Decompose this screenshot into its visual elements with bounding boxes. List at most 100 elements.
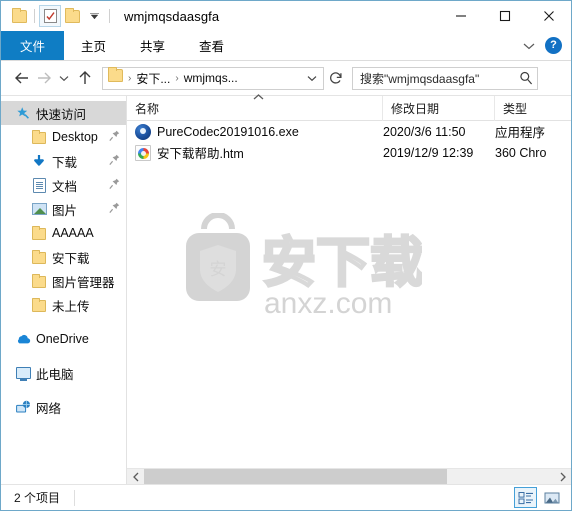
table-row[interactable]: PureCodec20191016.exe 2020/3/6 11:50 应用程… (127, 121, 571, 142)
close-button[interactable] (527, 1, 571, 31)
breadcrumb-dropdown-icon[interactable] (303, 75, 321, 82)
scroll-left-button[interactable] (127, 469, 144, 484)
sidebar-item-label: 下载 (52, 155, 78, 170)
column-header-date-modified[interactable]: 修改日期 (383, 95, 495, 121)
folder-icon (31, 249, 47, 265)
html-document-icon (135, 144, 151, 161)
breadcrumb-separator[interactable]: › (126, 73, 133, 84)
sidebar-item-label: 网络 (36, 401, 62, 416)
sidebar-item-label: 图片 (52, 203, 78, 218)
scrollbar-thumb[interactable] (144, 469, 448, 484)
sidebar-item-pictures[interactable]: 图片 (1, 197, 126, 221)
sidebar-item-desktop[interactable]: Desktop (1, 125, 126, 149)
folder-icon (31, 273, 47, 289)
breadcrumb-separator-1[interactable]: › (173, 73, 180, 84)
tab-view[interactable]: 查看 (182, 31, 241, 60)
pin-icon[interactable] (109, 178, 120, 193)
minimize-button[interactable] (439, 1, 483, 31)
file-list[interactable]: PureCodec20191016.exe 2020/3/6 11:50 应用程… (127, 121, 571, 468)
status-bar: 2 个项目 (1, 484, 571, 510)
search-icon[interactable] (519, 71, 533, 85)
pin-icon[interactable] (109, 130, 120, 145)
file-explorer-window: wmjmqsdaasgfa 文件 主页 共享 查看 ? › 安下... › wm… (0, 0, 572, 511)
back-button[interactable] (11, 66, 33, 90)
address-bar-row: › 安下... › wmjmqs... 搜索"wmjmqsdaasgfa" (1, 61, 571, 95)
new-folder-icon[interactable] (61, 5, 83, 27)
scroll-right-button[interactable] (554, 469, 571, 484)
sidebar-item-not-uploaded[interactable]: 未上传 (1, 293, 126, 317)
sidebar-item-network[interactable]: 网络 (1, 395, 126, 419)
forward-button[interactable] (33, 66, 55, 90)
download-icon (31, 153, 47, 169)
pictures-icon (31, 201, 47, 217)
svg-text:安: 安 (210, 260, 227, 280)
tab-home[interactable]: 主页 (64, 31, 123, 60)
large-icons-view-button[interactable] (540, 487, 563, 508)
maximize-button[interactable] (483, 1, 527, 31)
pin-icon[interactable] (109, 202, 120, 217)
star-pin-icon (15, 105, 31, 121)
item-count-label: 2 个项目 (14, 491, 61, 505)
search-placeholder: 搜索"wmjmqsdaasgfa" (360, 71, 480, 86)
status-divider (74, 489, 76, 506)
up-button[interactable] (74, 66, 96, 90)
file-name-cell[interactable]: 安下载帮助.htm (127, 143, 383, 162)
properties-icon[interactable] (39, 5, 61, 27)
sidebar-item-downloads[interactable]: 下载 (1, 149, 126, 173)
column-headers: 名称 修改日期 类型 (127, 94, 571, 121)
column-header-name[interactable]: 名称 (127, 95, 383, 121)
ribbon-tab-bar: 文件 主页 共享 查看 ? (1, 31, 571, 61)
breadcrumb-item-1[interactable]: wmjmqs... (181, 71, 241, 85)
file-name-cell[interactable]: PureCodec20191016.exe (127, 123, 383, 140)
explorer-body: 快速访问 Desktop 下载 文档 图片 AAAAA 安下载 图片管理器 未上… (1, 94, 571, 484)
network-icon (15, 399, 31, 415)
tab-file[interactable]: 文件 (1, 31, 65, 60)
table-row[interactable]: 安下载帮助.htm 2019/12/9 12:39 360 Chro (127, 142, 571, 163)
file-name-label: PureCodec20191016.exe (157, 124, 299, 139)
file-list-pane: 名称 修改日期 类型 PureCodec20191016.exe 2020/3/… (126, 94, 571, 484)
navigation-pane: 快速访问 Desktop 下载 文档 图片 AAAAA 安下载 图片管理器 未上… (1, 96, 126, 484)
breadcrumb-item-0[interactable]: 安下... (133, 70, 173, 87)
file-date-cell: 2019/12/9 12:39 (383, 145, 474, 160)
refresh-button[interactable] (325, 67, 347, 90)
sidebar-item-label: 文档 (52, 179, 78, 194)
breadcrumb[interactable]: › 安下... › wmjmqs... (102, 66, 324, 90)
breadcrumb-folder-icon (108, 67, 123, 87)
file-name-label: 安下载帮助.htm (157, 147, 244, 161)
tab-share[interactable]: 共享 (123, 31, 182, 60)
customize-dropdown-icon[interactable] (83, 5, 105, 27)
sidebar-item-anxiazai[interactable]: 安下载 (1, 245, 126, 269)
title-bar: wmjmqsdaasgfa (1, 1, 571, 31)
help-icon[interactable]: ? (545, 37, 562, 54)
scrollbar-track[interactable] (144, 469, 554, 484)
window-caption-buttons (439, 1, 571, 31)
file-type-cell: 360 Chro (495, 145, 547, 160)
folder-icon (31, 129, 47, 145)
sidebar-item-this-pc[interactable]: 此电脑 (1, 361, 126, 385)
details-view-button[interactable] (514, 487, 537, 508)
sidebar-item-onedrive[interactable]: OneDrive (1, 327, 126, 351)
watermark-logo: 安 安下载 anxz.com (172, 213, 422, 325)
sidebar-item-aaaaa[interactable]: AAAAA (1, 221, 126, 245)
chevron-down-icon[interactable] (523, 37, 535, 55)
sidebar-item-quick-access[interactable]: 快速访问 (1, 101, 126, 125)
sidebar-item-picture-manager[interactable]: 图片管理器 (1, 269, 126, 293)
horizontal-scrollbar[interactable] (127, 468, 571, 484)
file-date-cell: 2020/3/6 11:50 (383, 124, 466, 139)
watermark-brand-text: 安下载 (262, 231, 422, 294)
folder-icon[interactable] (8, 5, 30, 27)
column-header-type[interactable]: 类型 (495, 96, 571, 121)
folder-icon (31, 225, 47, 241)
recent-locations-icon[interactable] (55, 66, 72, 90)
sidebar-item-label: AAAAA (52, 226, 94, 240)
pin-icon[interactable] (109, 154, 120, 169)
window-title: wmjmqsdaasgfa (124, 8, 220, 24)
search-input[interactable]: 搜索"wmjmqsdaasgfa" (352, 66, 538, 90)
document-icon (31, 177, 47, 193)
sidebar-item-label: 此电脑 (36, 367, 74, 382)
sidebar-item-documents[interactable]: 文档 (1, 173, 126, 197)
sidebar-item-label: 安下载 (52, 251, 90, 266)
this-pc-icon (15, 365, 31, 381)
